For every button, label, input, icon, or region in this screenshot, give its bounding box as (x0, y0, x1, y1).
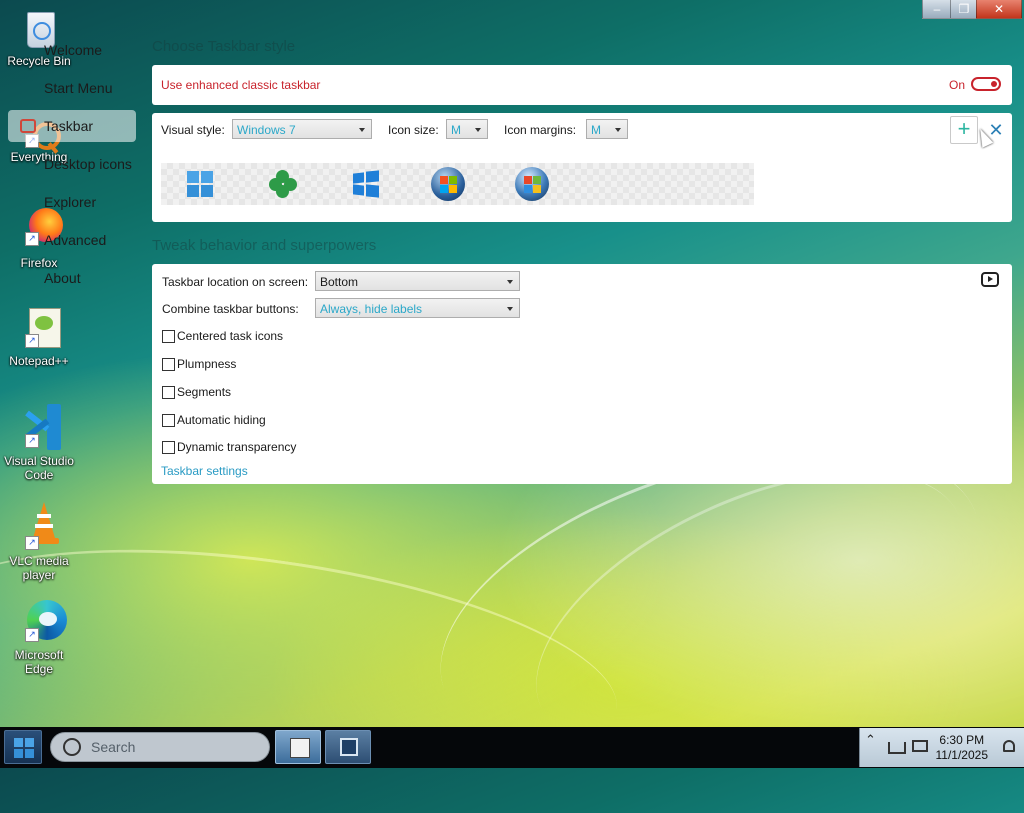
visual-style-label: Visual style: (161, 123, 225, 137)
video-help-button[interactable] (981, 272, 999, 287)
windows-7-orb-icon[interactable] (431, 167, 465, 201)
combine-buttons-label: Combine taskbar buttons: (162, 302, 299, 316)
desktop-icon-vlc[interactable]: ↗ VLC media player (3, 502, 75, 582)
taskbar-app-windhawk[interactable] (275, 730, 321, 764)
clover-logo-icon[interactable] (269, 170, 297, 198)
nav-start-menu[interactable]: Start Menu (8, 72, 136, 104)
display-icon[interactable] (912, 740, 928, 752)
desktop-icons-icon (20, 156, 36, 172)
restore-button[interactable]: ❐ (950, 0, 978, 19)
nav-taskbar[interactable]: Taskbar (8, 110, 136, 142)
chevron-down-icon (359, 128, 365, 132)
chevron-up-icon[interactable]: ⌃ (865, 732, 876, 748)
shortcut-arrow-icon: ↗ (25, 536, 39, 550)
add-style-button[interactable]: + (950, 116, 978, 144)
nav-desktop-icons[interactable]: Desktop icons (8, 148, 136, 180)
play-icon (988, 276, 993, 282)
taskbar-location-label: Taskbar location on screen: (162, 275, 309, 289)
plumpness-label: Plumpness (177, 357, 237, 371)
clock[interactable]: 6:30 PM 11/1/2025 (936, 733, 989, 763)
centered-icons-label: Centered task icons (177, 329, 284, 343)
taskbar-search[interactable]: Search (50, 732, 270, 762)
windows-vista-orb-icon[interactable] (515, 167, 549, 201)
enhanced-taskbar-panel: Use enhanced classic taskbar On (152, 65, 1012, 105)
shortcut-arrow-icon: ↗ (25, 434, 39, 448)
notepadpp-icon: ↗ (17, 306, 61, 350)
style-thumbnails (161, 163, 754, 205)
close-window-button[interactable]: ✕ (976, 0, 1022, 19)
behavior-panel: Taskbar location on screen: Bottom Combi… (152, 264, 1012, 484)
taskbar-app-explorer[interactable] (325, 730, 371, 764)
app-window-icon (340, 738, 358, 756)
section-title-behavior: Tweak behavior and superpowers (152, 237, 377, 254)
network-icon[interactable] (888, 742, 906, 754)
windows-logo-icon (14, 738, 34, 758)
icon-margins-select[interactable]: M (586, 119, 628, 139)
icon-margins-label: Icon margins: (504, 123, 577, 137)
taskbar-location-select[interactable]: Bottom (315, 271, 520, 291)
nav-welcome[interactable]: Welcome (8, 34, 136, 66)
nav-advanced[interactable]: Advanced (8, 224, 136, 256)
desktop-icon-edge[interactable]: ↗ Microsoft Edge (3, 600, 75, 676)
nav-explorer[interactable]: Explorer (8, 186, 136, 218)
start-menu-icon (20, 80, 36, 96)
windows-10-logo-icon[interactable] (353, 170, 379, 198)
enhanced-taskbar-toggle[interactable] (971, 77, 1001, 91)
taskbar: Search ⌃ 6:30 PM 11/1/2025 (0, 727, 1024, 768)
minimize-button[interactable]: – (922, 0, 952, 19)
edge-icon: ↗ (17, 600, 67, 644)
system-tray: ⌃ 6:30 PM 11/1/2025 (859, 728, 1024, 767)
segments-checkbox[interactable] (162, 386, 175, 399)
chevron-down-icon (615, 128, 621, 132)
vscode-icon: ↗ (17, 402, 61, 450)
welcome-icon (20, 42, 36, 58)
dynamic-transparency-label: Dynamic transparency (177, 440, 297, 454)
visual-style-select[interactable]: Windows 7 (232, 119, 372, 139)
icon-size-select[interactable]: M (446, 119, 488, 139)
shortcut-arrow-icon: ↗ (25, 334, 39, 348)
wrench-icon (20, 232, 36, 248)
nav-about[interactable]: About (8, 262, 136, 294)
chevron-down-icon (507, 280, 513, 284)
plumpness-checkbox[interactable] (162, 358, 175, 371)
enhanced-taskbar-label: Use enhanced classic taskbar (161, 78, 321, 92)
combine-buttons-select[interactable]: Always, hide labels (315, 298, 520, 318)
taskbar-icon (20, 119, 36, 133)
shortcut-arrow-icon: ↗ (25, 628, 39, 642)
info-icon (20, 270, 36, 286)
chevron-down-icon (507, 307, 513, 311)
taskbar-settings-link[interactable]: Taskbar settings (161, 464, 248, 478)
auto-hide-label: Automatic hiding (177, 413, 266, 427)
book-icon (290, 738, 310, 758)
chevron-down-icon (475, 128, 481, 132)
section-title-style: Choose Taskbar style (152, 38, 296, 55)
notification-bell-icon[interactable] (1003, 740, 1015, 752)
start-button[interactable] (4, 730, 42, 764)
enhanced-taskbar-state: On (949, 78, 966, 92)
segments-label: Segments (177, 385, 232, 399)
auto-hide-checkbox[interactable] (162, 414, 175, 427)
vlc-icon: ↗ (17, 502, 61, 550)
dynamic-transparency-checkbox[interactable] (162, 441, 175, 454)
centered-icons-checkbox[interactable] (162, 330, 175, 343)
folder-icon (20, 194, 36, 210)
icon-size-label: Icon size: (388, 123, 439, 137)
desktop-icon-vscode[interactable]: ↗ Visual Studio Code (3, 402, 75, 482)
windows-11-logo-icon[interactable] (187, 171, 213, 197)
desktop-icon-notepadpp[interactable]: ↗ Notepad++ (3, 306, 75, 368)
search-icon (63, 738, 81, 756)
